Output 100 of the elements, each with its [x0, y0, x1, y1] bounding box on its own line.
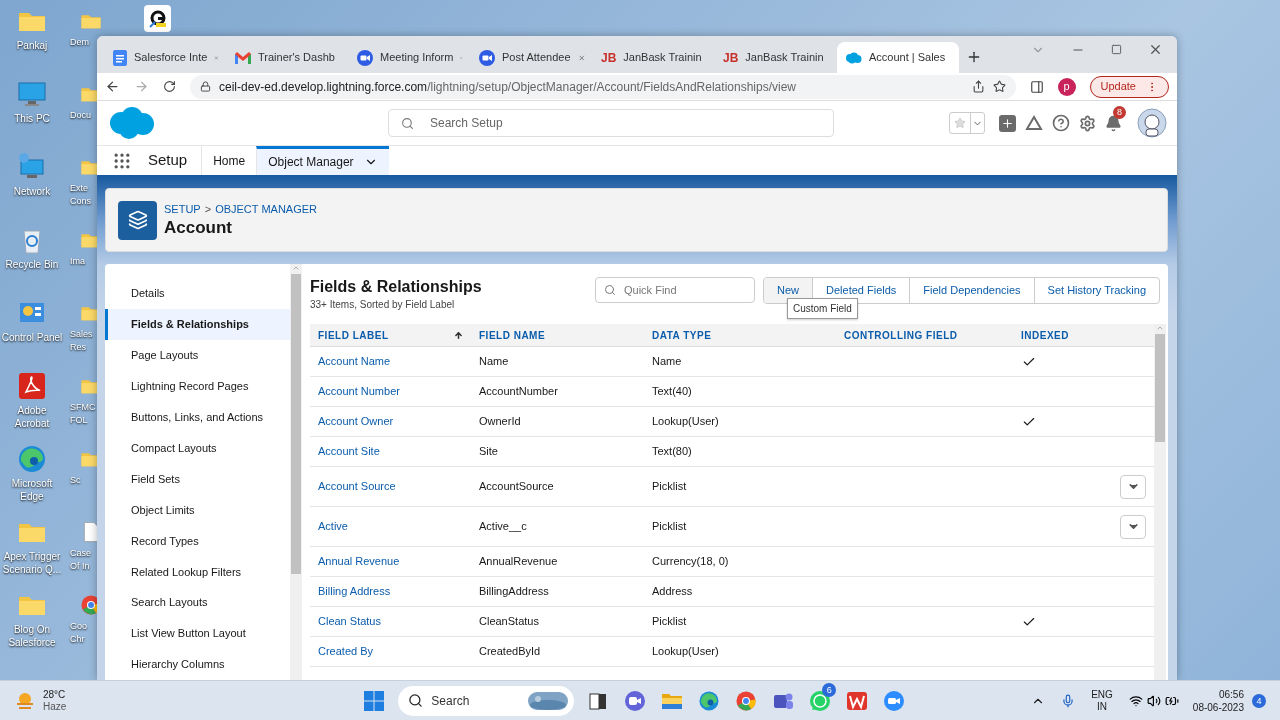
field-label-link[interactable]: Account Name	[318, 355, 391, 368]
table-cell: AccountSource	[479, 480, 554, 493]
address-bar[interactable]: ceil-dev-ed.develop.lightning.force.com/lightning/setup/ObjectManager/Account/FieldsAndRelationships/view	[190, 74, 1016, 99]
column-header[interactable]: DATA TYPE	[652, 327, 712, 343]
column-header[interactable]: CONTROLLING FIELD	[844, 327, 958, 343]
windows-start-icon[interactable]	[364, 690, 385, 711]
field-label-link[interactable]: Account Site	[318, 445, 380, 458]
browser-tab[interactable]: Salesforce Inte	[105, 42, 227, 73]
user-avatar[interactable]	[1137, 108, 1167, 138]
taskbar-search-field[interactable]: Search	[398, 685, 575, 716]
help-icon[interactable]	[1052, 114, 1070, 132]
table-cell: Lookup(User)	[652, 415, 719, 428]
sidebar-item[interactable]: Page Layouts	[105, 339, 290, 371]
star-icon[interactable]	[954, 117, 966, 129]
side-panel-icon[interactable]	[1029, 79, 1044, 94]
sidebar-item[interactable]: Record Types	[105, 525, 290, 557]
new-tab-icon[interactable]	[966, 49, 982, 65]
sidebar-item[interactable]: Compact Layouts	[105, 432, 290, 464]
search-placeholder: Search	[431, 692, 471, 710]
table-cell: Site	[479, 445, 498, 458]
scrollbar[interactable]	[290, 264, 302, 680]
nav-tab[interactable]: Object Manager	[256, 146, 389, 175]
sidebar-item[interactable]: Lightning Record Pages	[105, 370, 290, 402]
table-cell: Picklist	[652, 615, 687, 628]
reload-icon[interactable]	[163, 80, 176, 93]
field-label-link[interactable]: Clean Status	[318, 615, 381, 628]
tab-title: Salesforce Inte	[134, 50, 208, 66]
bookmark-star-icon[interactable]	[992, 80, 1006, 93]
field-label-link[interactable]: Annual Revenue	[318, 555, 400, 568]
tab-title: Account | Sales	[869, 50, 946, 66]
field-label-link[interactable]: Billing Address	[318, 585, 391, 598]
update-button[interactable]: Update	[1089, 75, 1169, 98]
sidebar-item[interactable]: Related Lookup Filters	[105, 556, 290, 588]
sidebar-item[interactable]: Search Layouts	[105, 587, 290, 619]
table-cell: Picklist	[652, 480, 687, 493]
video-call-icon[interactable]	[624, 689, 647, 712]
sidebar-item[interactable]: Hierarchy Columns	[105, 649, 290, 680]
table-cell: AccountNumber	[479, 385, 558, 398]
action-button[interactable]: Field Dependencies	[909, 278, 1034, 303]
column-header[interactable]: FIELD LABEL	[318, 327, 389, 343]
field-label-link[interactable]: Account Number	[318, 385, 400, 398]
sidebar-item[interactable]: Object Limits	[105, 494, 290, 526]
notification-badge: 8	[1113, 105, 1126, 119]
scrollbar[interactable]	[1154, 324, 1166, 680]
shortcut-app-icon[interactable]	[144, 5, 171, 32]
sidebar-item[interactable]: Buttons, Links, and Actions	[105, 401, 290, 433]
settings-icon[interactable]	[1079, 114, 1096, 132]
add-icon[interactable]	[999, 114, 1016, 132]
microphone-icon[interactable]	[1061, 693, 1076, 708]
browser-tab[interactable]: Account | Sales	[837, 42, 959, 73]
profile-avatar[interactable]: p	[1057, 77, 1076, 96]
sidebar-item[interactable]: List View Button Layout	[105, 618, 290, 650]
field-label-link[interactable]: Account Owner	[318, 415, 394, 428]
lock-icon	[200, 81, 211, 92]
language-indicator[interactable]: ENG IN	[1091, 688, 1113, 713]
table-cell: Name	[652, 355, 682, 368]
browser-tab[interactable]: JB JanBask Trainin	[593, 42, 715, 73]
video-app-icon[interactable]	[883, 689, 906, 712]
sidebar-item[interactable]: Details	[105, 278, 290, 309]
clock[interactable]: 06:56 08-06-2023	[1192, 687, 1244, 714]
column-header[interactable]: FIELD NAME	[479, 327, 546, 343]
close-icon[interactable]	[1148, 42, 1163, 57]
notifications-icon[interactable]	[1105, 114, 1122, 132]
table-cell: Address	[652, 585, 693, 598]
tab-title: JanBask Trainin	[623, 50, 702, 66]
column-header[interactable]: INDEXED	[1021, 327, 1069, 343]
sidebar-item[interactable]: Fields & Relationships	[105, 308, 290, 340]
office-app-icon[interactable]	[846, 689, 869, 712]
speaker-icon[interactable]	[1146, 693, 1161, 708]
action-button[interactable]: Set History Tracking	[1033, 278, 1159, 303]
app-name: Setup	[148, 150, 188, 171]
maximize-icon[interactable]	[1111, 44, 1122, 55]
field-label-link[interactable]: Created By	[318, 645, 374, 658]
tab-logo: JB	[601, 51, 617, 64]
wifi-icon[interactable]	[1128, 693, 1143, 708]
sidebar-item[interactable]: Field Sets	[105, 463, 290, 495]
chat-app-icon[interactable]	[809, 689, 832, 712]
notification-badge: 6	[822, 682, 837, 697]
browser-tab[interactable]: JB JanBask Trainin	[715, 42, 837, 73]
sort-arrow-icon[interactable]	[454, 330, 463, 340]
row-menu-button[interactable]	[1120, 514, 1146, 539]
breadcrumb-link[interactable]: OBJECT MANAGER	[215, 200, 317, 218]
field-placeholder: Quick Find	[624, 282, 677, 298]
row-menu-button[interactable]	[1120, 474, 1146, 499]
field-label-link[interactable]: Account Source	[318, 480, 396, 493]
item-count: 33+ Items, Sorted by Field Label	[310, 298, 456, 312]
notification-badge[interactable]: 4	[1252, 693, 1266, 708]
search-icon	[401, 116, 414, 130]
cloud-icon	[845, 51, 862, 64]
table-cell: Currency(18, 0)	[652, 555, 729, 568]
search-field[interactable]: Search Setup	[388, 109, 834, 137]
share-icon[interactable]	[971, 80, 985, 93]
back-icon[interactable]	[105, 79, 120, 94]
weather-condition: Haze	[43, 700, 67, 713]
browser-tab[interactable]: Meeting Inform	[349, 42, 471, 73]
field-label-link[interactable]: Active	[318, 520, 348, 533]
browser-tab[interactable]: Post Attendee	[471, 42, 593, 73]
quick-find-field[interactable]: Quick Find	[595, 277, 755, 303]
tab-title: JanBask Trainin	[745, 50, 824, 66]
breadcrumb-link[interactable]: SETUP	[164, 200, 201, 218]
